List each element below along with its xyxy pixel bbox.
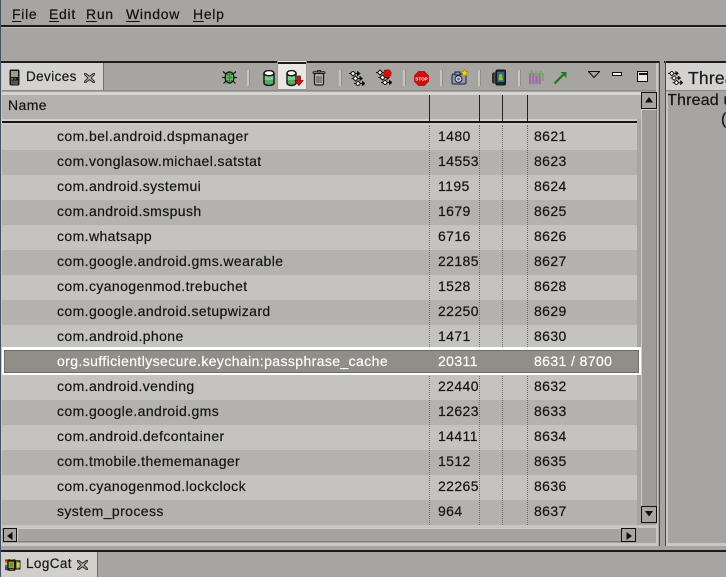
- svg-text:STOP: STOP: [415, 77, 427, 82]
